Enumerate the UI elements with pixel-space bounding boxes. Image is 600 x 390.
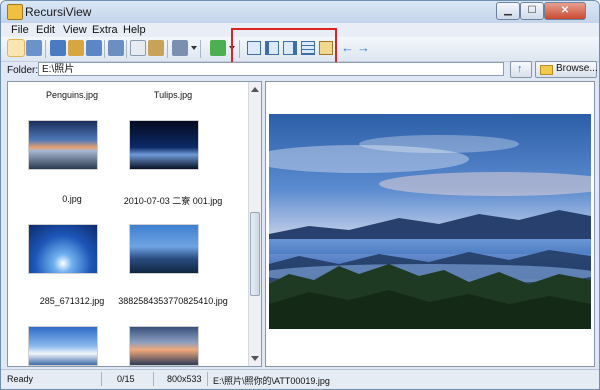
thumbnail-image[interactable] [28,224,98,274]
thumbnail-caption[interactable]: 285_671312.jpg [17,296,127,306]
toolbar-separator [104,40,105,58]
preview-panel [265,81,595,367]
thumbnail-image[interactable] [129,326,199,366]
multi-view-icon[interactable] [26,40,42,56]
status-separator [101,372,102,386]
menu-file[interactable]: File [11,23,29,37]
app-icon [7,4,23,20]
parent-folder-button[interactable]: ↑ [510,61,532,78]
status-separator [207,372,208,386]
toolbar-separator [45,40,46,58]
menu-help[interactable]: Help [123,23,146,37]
thumbnail-panel: Penguins.jpg Tulips.jpg 0.jpg 2010-07-03… [7,81,262,367]
thumbnail-grid: Penguins.jpg Tulips.jpg 0.jpg 2010-07-03… [8,82,248,366]
filter-icon[interactable] [210,40,226,56]
app-window: RecursiView ▁ ☐ ✕ File Edit View Extra H… [0,0,600,390]
up-arrow-icon: ↑ [517,63,523,75]
thumbnails-view-icon[interactable] [7,39,25,57]
scrollbar-thumb[interactable] [250,212,260,296]
toolbar-separator [126,40,127,58]
tools-dropdown-icon[interactable] [191,46,197,50]
maximize-button[interactable]: ☐ [520,2,544,20]
landscape-photo [269,114,591,329]
menu-view[interactable]: View [63,23,87,37]
thumbnail-image[interactable] [129,120,199,170]
back-icon[interactable]: ← [341,41,354,54]
folder-path-input[interactable]: E:\照片 [38,62,504,76]
image-icon[interactable] [108,40,124,56]
folder-icon [540,65,553,75]
scroll-down-icon[interactable] [251,356,259,361]
browse-label: Browse... [556,63,598,74]
thumbnail-image[interactable] [129,224,199,274]
thumbnail-caption[interactable]: 3882584353770825410.jpg [118,296,228,306]
status-text: Ready [7,374,34,384]
browse-button[interactable]: Browse... [535,61,598,78]
slideshow-icon[interactable] [86,40,102,56]
open-icon[interactable] [50,40,66,56]
preview-image[interactable] [269,114,591,329]
thumbnail-caption[interactable]: 0.jpg [17,194,127,204]
menu-extra[interactable]: Extra [92,23,118,37]
tools-icon[interactable] [172,40,188,56]
title-bar: RecursiView ▁ ☐ ✕ [1,1,599,23]
thumbnail-caption[interactable]: 2010-07-03 二寮 001.jpg [118,194,228,207]
thumbnail-scrollbar[interactable] [248,82,261,366]
thumbnail-image[interactable] [28,120,98,170]
forward-icon[interactable]: → [357,41,370,54]
close-button[interactable]: ✕ [544,2,586,20]
status-separator [153,372,154,386]
status-dimensions: 800x533 [167,374,202,384]
window-title: RecursiView [25,5,92,19]
folder-label: Folder: [7,65,39,76]
thumbnail-image[interactable] [28,326,98,366]
highlight-box [231,28,337,64]
folder-open-icon[interactable] [68,40,84,56]
thumbnail-caption[interactable]: Tulips.jpg [118,90,228,100]
paste-icon[interactable] [148,40,164,56]
copy-icon[interactable] [130,40,146,56]
scroll-up-icon[interactable] [251,87,259,92]
toolbar-separator [200,40,201,58]
thumbnail-caption[interactable]: Penguins.jpg [17,90,127,100]
toolbar-separator [167,40,168,58]
status-count: 0/15 [117,374,135,384]
status-path: E:\照片\照你的\ATT00019.jpg [213,376,330,386]
menu-edit[interactable]: Edit [36,23,55,37]
status-bar: Ready 0/15 800x533 E:\照片\照你的\ATT00019.jp… [1,369,599,388]
minimize-button[interactable]: ▁ [496,2,520,20]
